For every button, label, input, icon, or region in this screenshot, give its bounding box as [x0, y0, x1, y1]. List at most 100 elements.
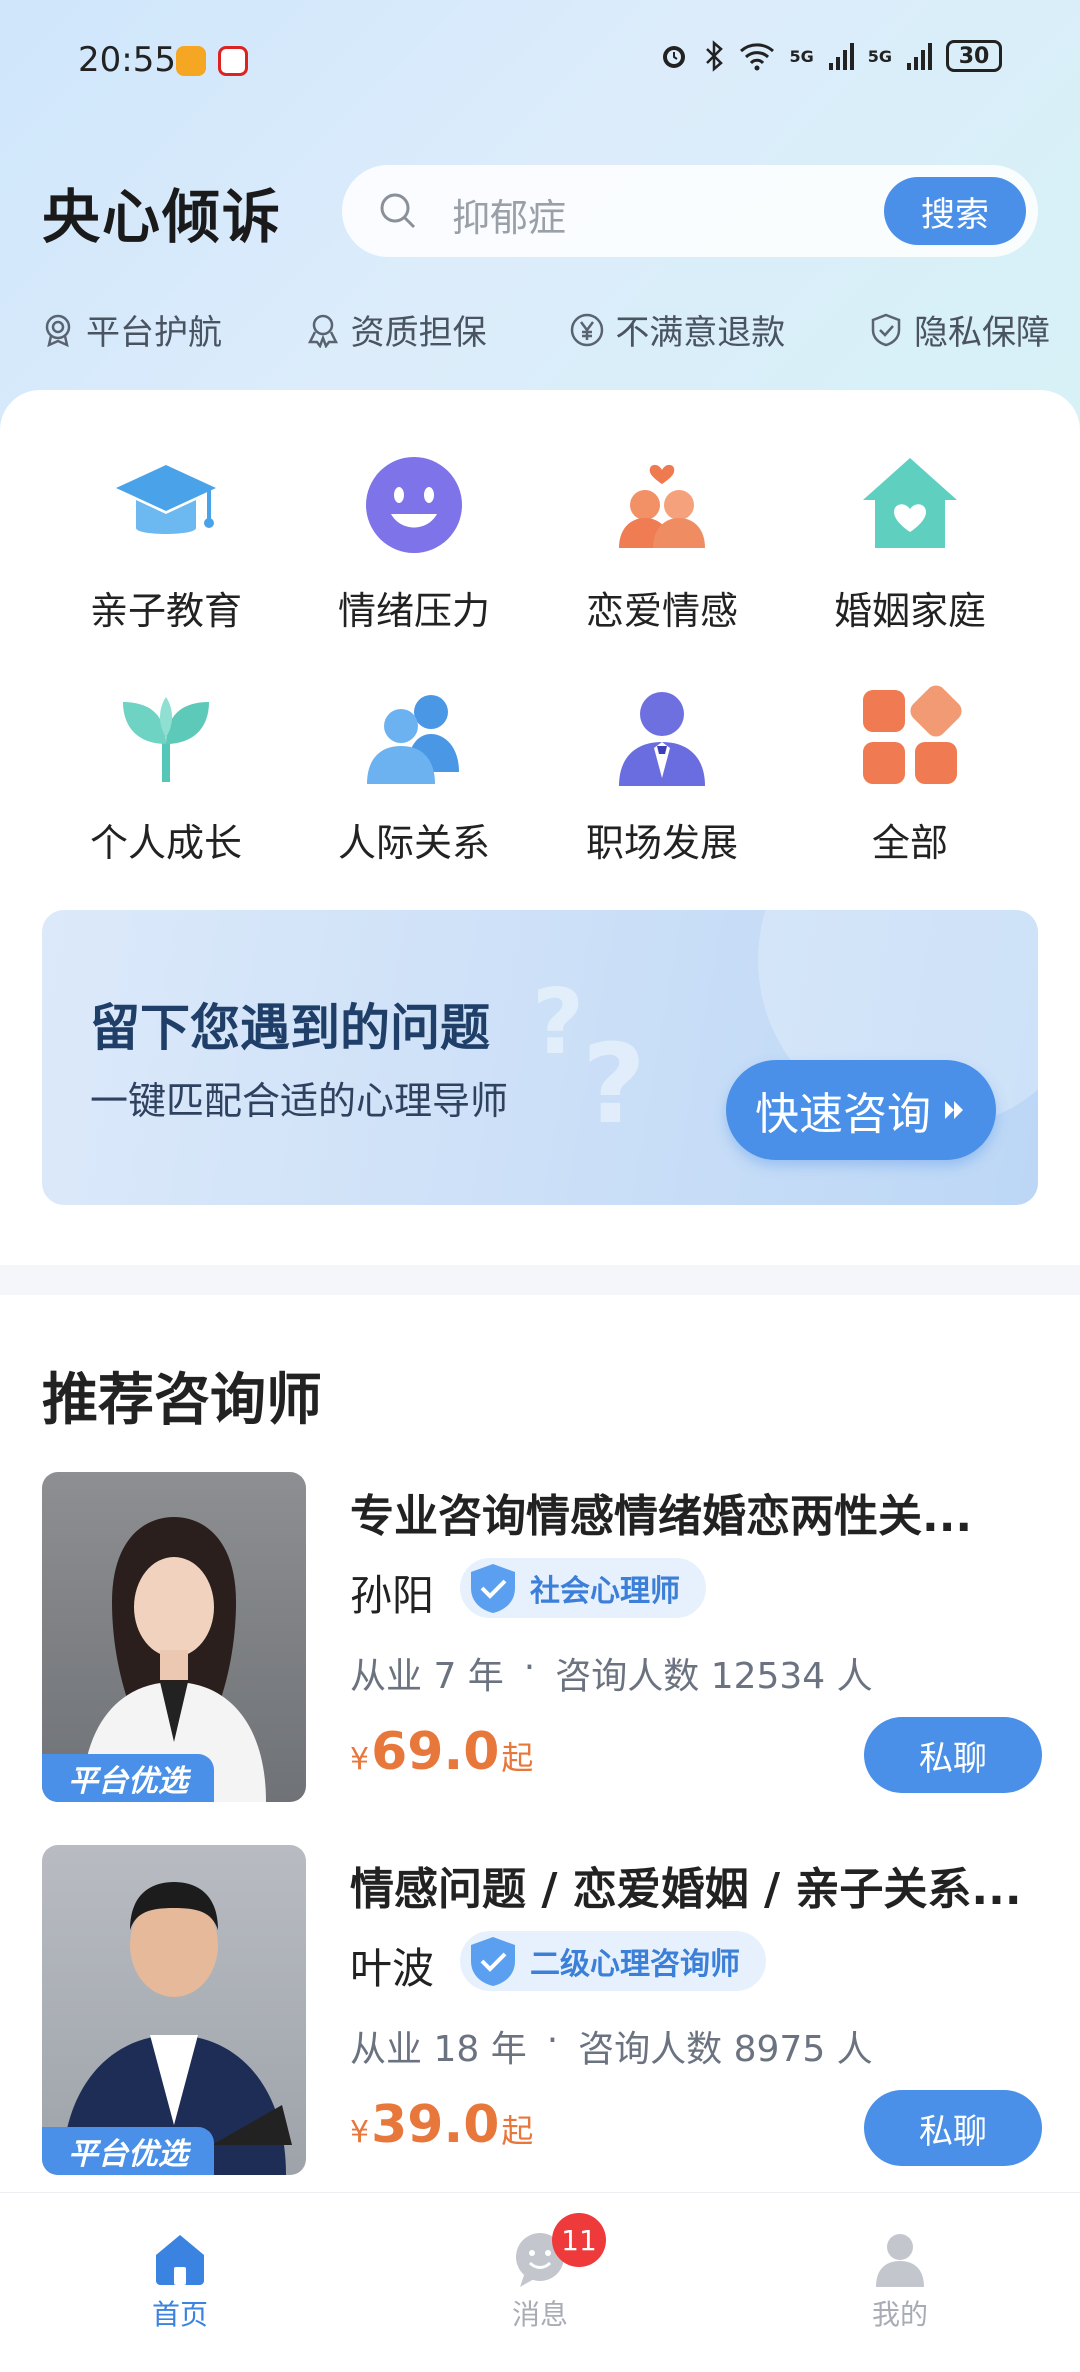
- network-type-1: 5G: [789, 46, 814, 66]
- category-marriage[interactable]: 婚姻家庭: [786, 450, 1034, 635]
- certification-label: 社会心理师: [530, 1574, 680, 1609]
- counselor-photo: 平台优选: [42, 1845, 306, 2175]
- category-label: 婚姻家庭: [833, 589, 986, 633]
- counselor-stats: 从业 7 年 · 咨询人数 12534 人: [350, 1647, 873, 1699]
- profile-icon: [876, 2234, 924, 2287]
- signal-icon: [828, 43, 854, 70]
- category-label: 个人成长: [89, 821, 242, 865]
- battery-icon: 30: [946, 40, 1002, 72]
- verified-shield-icon: [471, 1937, 515, 1986]
- status-bar: 20:55 5G 5G 30: [0, 0, 1080, 120]
- category-relationship[interactable]: 人际关系: [290, 682, 538, 867]
- counselor-name: 叶波: [350, 1944, 435, 1993]
- guarantee-refund: 不满意退款: [569, 305, 785, 354]
- price: ¥ 39.0 起: [350, 2095, 533, 2155]
- home-icon: [156, 2235, 204, 2285]
- price-value: 69.0: [371, 1722, 500, 1782]
- section-title: 推荐咨询师: [42, 1368, 322, 1433]
- category-growth[interactable]: 个人成长: [42, 682, 290, 867]
- badge-icon: [45, 314, 71, 347]
- guarantee-label: 隐私保障: [913, 313, 1050, 353]
- search-placeholder: 抑郁症: [452, 196, 567, 240]
- client-count: 咨询人数 12534 人: [555, 1656, 873, 1697]
- private-chat-button[interactable]: 私聊: [864, 1717, 1042, 1793]
- verified-shield-icon: [471, 1564, 515, 1613]
- banner-subtitle: 一键匹配合适的心理导师: [90, 1079, 509, 1123]
- category-label: 情绪压力: [337, 589, 490, 633]
- couple-heart-icon: [619, 464, 705, 548]
- price-suffix: 起: [501, 2112, 534, 2150]
- guarantee-label: 资质担保: [350, 313, 487, 353]
- question-mark-decoration: ?: [532, 970, 585, 1075]
- category-all[interactable]: 全部: [786, 682, 1034, 867]
- quick-consult-label: 快速咨询: [755, 1089, 931, 1140]
- wifi-icon: [740, 43, 775, 71]
- guarantee-privacy: 隐私保障: [868, 305, 1050, 354]
- guarantee-platform: 平台护航: [40, 305, 222, 354]
- category-label: 人际关系: [337, 821, 490, 865]
- certificate-icon: [307, 314, 338, 348]
- nav-messages[interactable]: 消息 11: [460, 2213, 620, 2333]
- status-icons: 5G 5G 30: [659, 40, 1002, 72]
- category-emotion[interactable]: 情绪压力: [290, 450, 538, 635]
- category-label: 亲子教育: [89, 589, 242, 633]
- stats-separator: ·: [523, 1647, 536, 1688]
- category-parenting[interactable]: 亲子教育: [42, 450, 290, 635]
- price-value: 39.0: [371, 2095, 500, 2155]
- quick-consult-banner[interactable]: ? ? 留下您遇到的问题 一键匹配合适的心理导师 快速咨询: [42, 910, 1038, 1205]
- category-career[interactable]: 职场发展: [538, 682, 786, 867]
- private-chat-button[interactable]: 私聊: [864, 2090, 1042, 2166]
- search-button[interactable]: 搜索: [884, 177, 1026, 245]
- certification-badge: 二级心理咨询师: [460, 1931, 766, 1991]
- network-type-2: 5G: [867, 46, 892, 66]
- portrait-woman: [82, 1517, 266, 1802]
- nav-profile[interactable]: 我的: [820, 2229, 980, 2333]
- app-title: 央心倾诉: [42, 183, 283, 251]
- guarantee-qualification: 资质担保: [305, 305, 487, 354]
- counselor-card[interactable]: 平台优选 专业咨询情感情绪婚恋两性关... 孙阳 社会心理师 从业 7 年 · …: [42, 1472, 1042, 1802]
- certification-badge: 社会心理师: [460, 1558, 706, 1618]
- counselor-card[interactable]: 平台优选 情感问题 / 恋爱婚姻 / 亲子关系... 叶波 二级心理咨询师 从业…: [42, 1845, 1042, 2175]
- nav-home[interactable]: 首页: [100, 2229, 260, 2333]
- alarm-icon: [663, 46, 686, 68]
- grid-icon: [863, 685, 962, 784]
- bluetooth-icon: [706, 40, 724, 72]
- people-icon: [367, 695, 459, 784]
- nav-label: 消息: [511, 2298, 568, 2331]
- quick-consult-button[interactable]: 快速咨询: [726, 1060, 996, 1160]
- yen-icon: [571, 313, 604, 346]
- nav-label: 我的: [871, 2298, 928, 2331]
- question-mark-decoration: ?: [582, 1020, 646, 1148]
- recommended-section: 推荐咨询师 平台优选 专业咨询情感情绪婚恋两性关... 孙阳 社会心理师 从业 …: [0, 1295, 1080, 2195]
- counselor-headline: 情感问题 / 恋爱婚姻 / 亲子关系...: [350, 1864, 1022, 1915]
- bottom-nav: 首页 消息 11 我的: [0, 2192, 1080, 2372]
- banner-title: 留下您遇到的问题: [90, 999, 490, 1057]
- businessman-icon: [619, 692, 705, 786]
- house-heart-icon: [863, 458, 957, 548]
- counselor-stats: 从业 18 年 · 咨询人数 8975 人: [350, 2020, 873, 2072]
- price: ¥ 69.0 起: [350, 1722, 533, 1782]
- notification-app-icon: [176, 46, 206, 76]
- nav-label: 首页: [151, 2298, 208, 2331]
- double-arrow-icon: [945, 1101, 963, 1119]
- unread-badge: 11: [552, 2213, 606, 2267]
- shield-icon: [871, 313, 901, 346]
- guarantee-label: 不满意退款: [615, 313, 786, 353]
- portrait-man: [62, 1882, 292, 2175]
- category-label: 职场发展: [585, 821, 738, 865]
- platform-pick-badge: 平台优选: [42, 2127, 214, 2175]
- category-card: 亲子教育 情绪压力 恋爱情感 婚姻家庭 个人成长 人际关系 职场发展 全部 ? …: [0, 390, 1080, 1265]
- sprout-icon: [123, 697, 209, 782]
- platform-pick-badge: 平台优选: [42, 1754, 214, 1802]
- graduation-cap-icon: [116, 465, 216, 534]
- category-label: 恋爱情感: [585, 589, 738, 633]
- guarantee-label: 平台护航: [86, 313, 222, 353]
- experience-years: 从业 18 年: [350, 2029, 527, 2070]
- category-label: 全部: [871, 821, 948, 865]
- notification-bank-icon: [218, 46, 248, 76]
- currency-symbol: ¥: [350, 1742, 370, 1777]
- category-love[interactable]: 恋爱情感: [538, 450, 786, 635]
- search-input[interactable]: 抑郁症 搜索: [342, 165, 1038, 257]
- certification-label: 二级心理咨询师: [530, 1947, 740, 1982]
- counselor-name: 孙阳: [350, 1571, 435, 1620]
